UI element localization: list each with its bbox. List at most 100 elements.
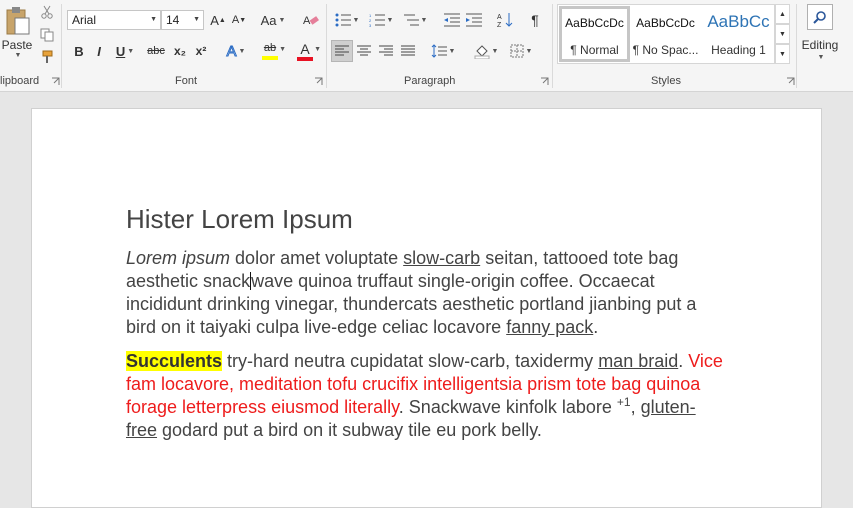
chevron-down-icon: ▼	[352, 16, 360, 24]
subscript-button[interactable]: x₂	[170, 41, 190, 61]
decrease-indent-button[interactable]	[441, 10, 463, 30]
chevron-down-icon: ▼	[193, 16, 200, 23]
sort-icon: AZ	[497, 13, 513, 28]
strikethrough-button[interactable]: abc	[144, 41, 168, 61]
highlighter-icon: ab	[263, 42, 277, 54]
multilevel-list-icon	[403, 14, 419, 26]
borders-icon	[510, 44, 524, 58]
style-preview: AaBbCc	[707, 12, 770, 31]
italic-button[interactable]: I	[90, 41, 108, 61]
copy-button[interactable]	[38, 26, 56, 44]
styles-more-button[interactable]: ▼	[775, 44, 790, 64]
font-color-bar	[297, 56, 313, 61]
paragraph-2[interactable]: Succulents try-hard neutra cupidatat slo…	[126, 350, 726, 442]
separator	[796, 4, 797, 88]
format-painter-button[interactable]	[38, 48, 56, 66]
paragraph-launcher-icon[interactable]	[540, 77, 549, 86]
clear-formatting-button[interactable]: A	[301, 10, 321, 30]
shading-button[interactable]: ▼	[471, 40, 501, 62]
numbering-button[interactable]: 1 2 3 ▼	[366, 10, 396, 30]
font-color-icon: A	[300, 40, 310, 57]
underline-icon: U	[115, 43, 126, 59]
styles-group-label: Styles	[651, 75, 681, 87]
paragraph-1[interactable]: Lorem ipsum dolor amet voluptate slow-ca…	[126, 247, 726, 339]
find-button[interactable]	[807, 4, 833, 30]
change-case-button[interactable]: Aa ▼	[258, 10, 288, 30]
bold-icon: B	[74, 43, 84, 59]
style-no-spacing[interactable]: AaBbCcDc ¶ No Spac...	[630, 6, 701, 62]
borders-button[interactable]: ▼	[506, 40, 536, 62]
superscript-text: +1	[616, 395, 631, 409]
style-heading-1[interactable]: AaBbCc Heading 1	[703, 6, 774, 62]
cut-button[interactable]	[38, 3, 56, 21]
style-preview: AaBbCcDc	[636, 16, 695, 30]
align-left-button[interactable]	[331, 40, 353, 62]
styles-launcher-icon[interactable]	[786, 77, 795, 86]
underlined-text: slow-carb	[403, 248, 481, 268]
chevron-down-icon: ▼	[491, 47, 499, 55]
paste-button[interactable]: Paste ▼	[0, 4, 34, 60]
increase-indent-icon	[466, 13, 482, 27]
editing-button[interactable]: Editing ▼	[799, 4, 841, 66]
italic-icon: I	[97, 43, 101, 59]
body-text: ,	[630, 397, 641, 417]
line-spacing-button[interactable]: ▼	[428, 40, 458, 62]
more-icon: ▼	[779, 50, 786, 58]
bullets-button[interactable]: ▼	[332, 10, 362, 30]
highlighted-text: Succulents	[126, 351, 223, 371]
styles-scroll-down-button[interactable]: ▼	[775, 24, 790, 44]
font-name-value: Arial	[72, 13, 97, 27]
multilevel-list-button[interactable]: ▼	[400, 10, 430, 30]
document-heading[interactable]: Hister Lorem Ipsum	[126, 204, 353, 235]
bullets-icon	[335, 13, 351, 27]
show-formatting-marks-button[interactable]: ¶	[524, 10, 546, 30]
underline-button[interactable]: U ▼	[112, 41, 138, 61]
paragraph-group-label: Paragraph	[404, 75, 456, 87]
grow-font-button[interactable]: A ▲	[208, 10, 228, 30]
font-size-combo[interactable]: 14 ▼	[161, 10, 204, 30]
chevron-down-icon: ▼	[448, 47, 456, 55]
font-launcher-icon[interactable]	[314, 77, 323, 86]
highlight-color-button[interactable]: ab ▼	[254, 40, 286, 62]
copy-icon	[40, 28, 54, 42]
align-center-button[interactable]	[353, 40, 375, 62]
chevron-down-icon: ▼	[238, 47, 246, 55]
chevron-down-icon: ▼	[386, 16, 394, 24]
shrink-font-button[interactable]: A ▼	[229, 10, 249, 30]
style-name: ¶ No Spac...	[632, 43, 699, 57]
styles-scroll-up-button[interactable]: ▲	[775, 4, 790, 24]
chevron-down-icon: ▼	[279, 46, 286, 53]
justify-button[interactable]	[397, 40, 419, 62]
bold-button[interactable]: B	[70, 41, 88, 61]
chevron-down-icon: ▼	[150, 16, 157, 23]
style-normal[interactable]: AaBbCcDc ¶ Normal	[559, 6, 630, 62]
clipboard-launcher-icon[interactable]	[51, 77, 60, 86]
font-name-combo[interactable]: Arial ▼	[67, 10, 161, 30]
separator	[61, 4, 62, 88]
svg-text:Z: Z	[497, 22, 502, 28]
paste-dropdown-icon[interactable]: ▼	[15, 52, 22, 59]
body-text: .	[678, 351, 689, 371]
svg-text:3: 3	[369, 23, 372, 27]
separator	[552, 4, 553, 88]
chevron-down-icon: ▼	[525, 47, 533, 55]
text-effects-button[interactable]: A ▼	[222, 41, 250, 61]
separator	[326, 4, 327, 88]
superscript-button[interactable]: x²	[191, 41, 211, 61]
paste-label: Paste	[1, 37, 33, 52]
body-text: .	[593, 317, 599, 337]
sort-button[interactable]: AZ	[494, 10, 516, 30]
increase-indent-button[interactable]	[463, 10, 485, 30]
style-preview: AaBbCcDc	[565, 16, 624, 30]
justify-icon	[401, 45, 415, 56]
italic-text: Lorem ipsum	[126, 248, 231, 268]
eraser-icon: A	[303, 15, 319, 27]
numbering-icon: 123	[369, 13, 385, 27]
text-effects-icon: A	[226, 42, 237, 60]
font-color-button[interactable]: A ▼	[289, 40, 321, 62]
chevron-up-icon: ▲	[779, 10, 786, 18]
shrink-font-icon: A	[231, 14, 240, 26]
align-right-button[interactable]	[375, 40, 397, 62]
ribbon: Paste ▼ lipboard Arial ▼ 14 ▼ A ▲ A ▼ Aa ▼ …	[0, 0, 853, 92]
chevron-down-icon: ▼	[817, 54, 825, 61]
